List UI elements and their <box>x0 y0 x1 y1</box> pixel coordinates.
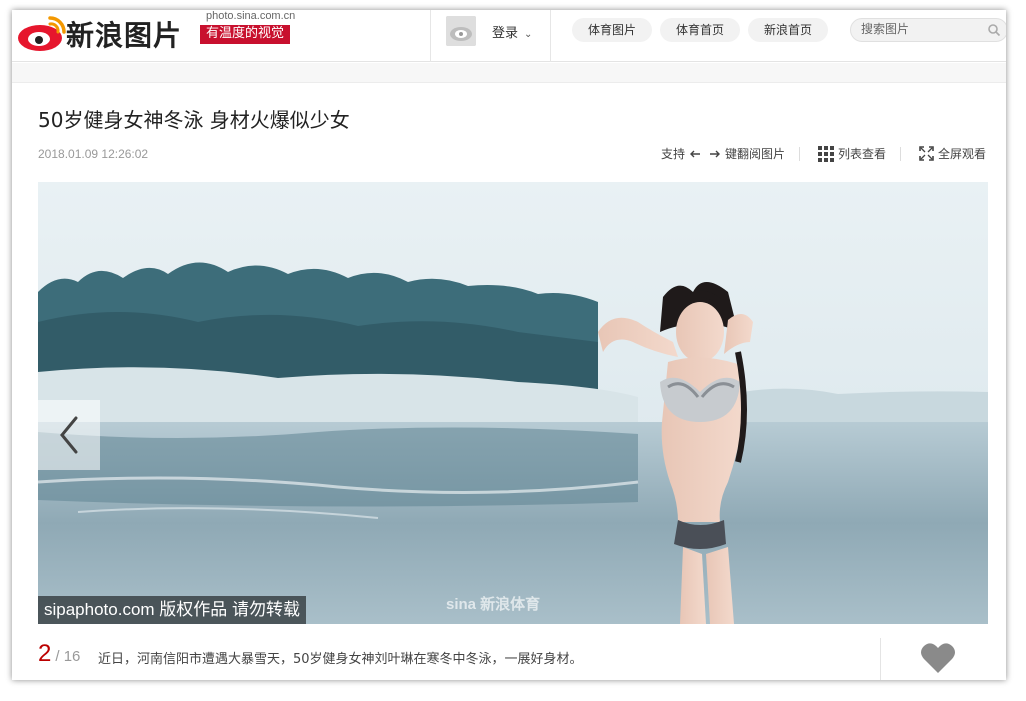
browser-page: 新浪图片 photo.sina.com.cn 有温度的视觉 登录 ⌄ 体育图片 体… <box>12 10 1006 680</box>
photo-footer: 2/ 16 近日，河南信阳市遭遇大暴雪天，50岁健身女神刘叶琳在寒冬中冬泳，一展… <box>12 636 1006 680</box>
photo-counter: 2/ 16 <box>38 640 80 668</box>
prev-photo-button[interactable] <box>38 400 100 470</box>
copyright-watermark: sipaphoto.com 版权作品 请勿转载 <box>38 596 307 624</box>
total-count: / 16 <box>55 648 81 665</box>
header-divider <box>550 10 551 62</box>
toolbar-divider <box>798 146 800 161</box>
sina-logo-icon[interactable] <box>14 12 70 52</box>
search-input[interactable] <box>861 22 981 36</box>
search-box <box>850 18 1006 42</box>
site-domain: photo.sina.com.cn <box>206 10 296 22</box>
arrow-right-icon <box>709 150 720 157</box>
chevron-down-icon: ⌄ <box>524 29 533 40</box>
login-dropdown[interactable]: 登录 ⌄ <box>492 22 532 41</box>
fullscreen-icon <box>919 146 934 161</box>
chevron-left-icon <box>60 416 78 454</box>
article-title: 50岁健身女神冬泳 身材火爆似少女 <box>38 108 350 132</box>
support-prefix: 支持 <box>660 147 685 161</box>
header-divider <box>430 10 431 62</box>
login-label: 登录 <box>492 26 519 41</box>
keyboard-hint: 支持 键翻阅图片 <box>661 145 785 162</box>
brand-name[interactable]: 新浪图片 <box>66 14 182 54</box>
list-view-label: 列表查看 <box>837 147 886 161</box>
grid-icon <box>817 145 834 162</box>
arrow-left-icon <box>689 150 700 157</box>
sina-watermark: sina 新浪体育 <box>446 596 541 613</box>
support-suffix: 键翻阅图片 <box>724 147 785 161</box>
nav-sina-home[interactable]: 新浪首页 <box>748 18 828 42</box>
heart-icon[interactable] <box>920 642 956 674</box>
nav-sports-photos[interactable]: 体育图片 <box>572 18 652 42</box>
photo-toolbar: 支持 键翻阅图片 列表查看 全屏观看 <box>661 145 986 162</box>
site-header: 新浪图片 photo.sina.com.cn 有温度的视觉 登录 ⌄ 体育图片 体… <box>12 10 1006 62</box>
footer-divider <box>880 638 881 680</box>
publish-date: 2018.01.09 12:26:02 <box>38 147 149 161</box>
main-photo[interactable]: sina 新浪体育 sipaphoto.com 版权作品 请勿转载 <box>38 182 988 624</box>
photo-caption: 近日，河南信阳市遭遇大暴雪天，50岁健身女神刘叶琳在寒冬中冬泳，一展好身材。 <box>98 652 583 667</box>
user-avatar[interactable] <box>446 16 476 46</box>
winter-swim-photo <box>38 182 988 624</box>
toolbar-divider <box>899 146 901 161</box>
search-icon[interactable] <box>987 23 1001 37</box>
nav-sports-home[interactable]: 体育首页 <box>660 18 740 42</box>
list-view-button[interactable]: 列表查看 <box>814 145 886 162</box>
header-strip <box>12 63 1006 83</box>
current-index: 2 <box>38 640 52 667</box>
fullscreen-label: 全屏观看 <box>937 147 986 161</box>
fullscreen-button[interactable]: 全屏观看 <box>915 145 986 162</box>
site-slogan: 有温度的视觉 <box>200 25 291 44</box>
weibo-avatar-icon <box>446 16 476 46</box>
